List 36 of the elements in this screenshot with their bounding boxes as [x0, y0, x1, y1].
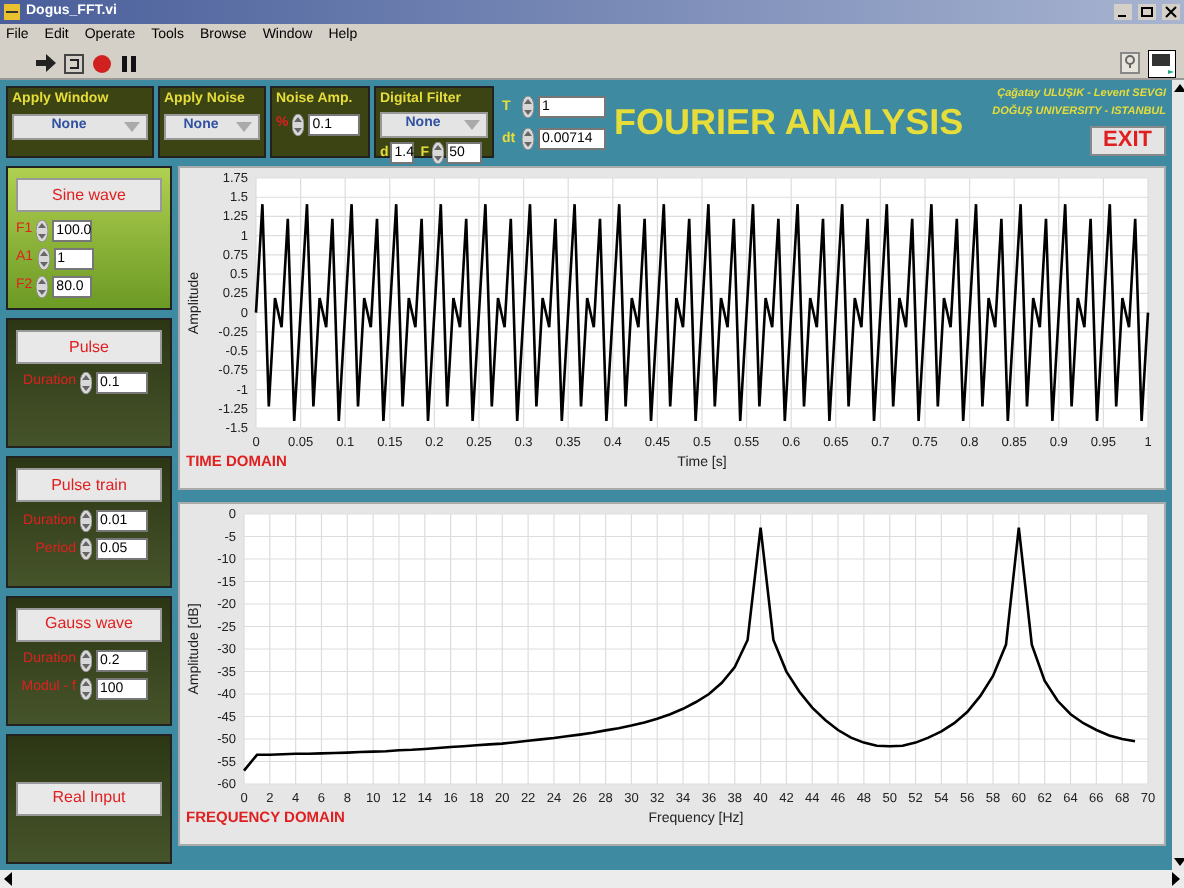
signal-button[interactable]: Sine wave: [16, 178, 162, 212]
spinner-arrows-icon[interactable]: [36, 220, 49, 242]
minimize-icon[interactable]: [1114, 4, 1132, 20]
scroll-left-icon[interactable]: [2, 872, 14, 886]
horizontal-scrollbar[interactable]: [0, 870, 1184, 888]
abort-icon[interactable]: [92, 53, 112, 73]
spinner-arrows-icon[interactable]: [80, 372, 92, 394]
exit-button[interactable]: EXIT: [1089, 126, 1166, 156]
app-title: FOURIER ANALYSIS: [614, 104, 964, 140]
signal-button[interactable]: Gauss wave: [16, 607, 162, 641]
dropdown-arrow-icon: [236, 122, 252, 132]
spinner-arrows-icon[interactable]: [80, 510, 92, 533]
spinner-arrows-icon[interactable]: [37, 248, 50, 270]
dropdown-arrow-icon: [464, 119, 480, 130]
vertical-scrollbar[interactable]: [1172, 80, 1184, 870]
scroll-right-icon[interactable]: [1170, 872, 1182, 886]
spinner-arrows-icon[interactable]: [292, 114, 305, 136]
vi-icon: [1148, 49, 1176, 77]
spinner-arrows-icon[interactable]: [522, 95, 534, 117]
app-icon: [4, 4, 20, 20]
run-continuously-icon[interactable]: [64, 53, 84, 73]
pause-icon[interactable]: [120, 53, 138, 73]
signal-button[interactable]: Real Input: [16, 781, 162, 816]
run-arrow-icon[interactable]: [36, 54, 56, 72]
spinner-arrows-icon[interactable]: [431, 141, 444, 163]
spinner-arrows-icon[interactable]: [36, 276, 49, 298]
spinner-arrows-icon[interactable]: [80, 538, 92, 561]
spinner-arrows-icon[interactable]: [80, 677, 92, 699]
close-icon[interactable]: [1162, 4, 1180, 20]
spinner-arrows-icon[interactable]: [522, 127, 534, 149]
spinner-arrows-icon[interactable]: [80, 649, 92, 671]
signal-button[interactable]: Pulse train: [16, 468, 162, 503]
dropdown-arrow-icon: [124, 122, 140, 132]
signal-button[interactable]: Pulse: [16, 330, 162, 364]
maximize-icon[interactable]: [1138, 4, 1156, 20]
help-icon[interactable]: [1120, 52, 1140, 74]
